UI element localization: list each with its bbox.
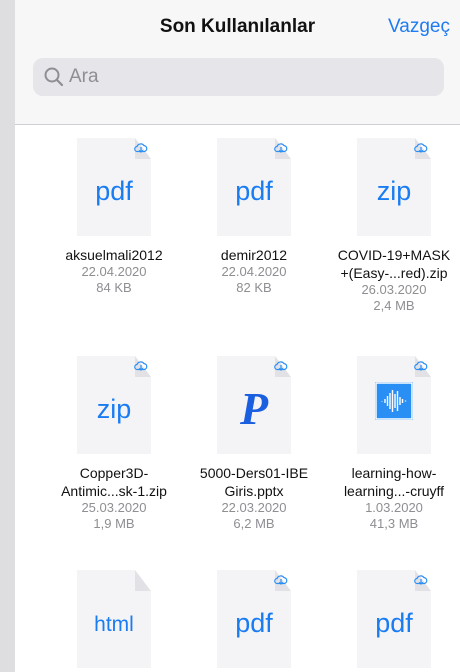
file-item-copper3d[interactable]: zip Copper3D- Antimic...sk-1.zip 25.03.2… (44, 356, 184, 532)
file-name-line2: learning...-cruyff (343, 483, 445, 499)
file-date: 22.03.2020 (221, 500, 287, 515)
cloud-download-icon (134, 361, 148, 371)
file-name: 5000-Ders01-IBE (199, 465, 309, 481)
pdf-file-icon: pdf (217, 570, 291, 668)
file-item-demir2012[interactable]: pdf demir2012 22.04.2020 82 KB (184, 138, 324, 296)
file-type-label: zip (96, 394, 132, 424)
file-name-line2: Antimic...sk-1.zip (61, 483, 167, 499)
file-type-label: pdf (235, 608, 273, 638)
cloud-download-icon (414, 143, 428, 153)
cloud-download-icon (274, 361, 288, 371)
zip-file-icon: zip (357, 138, 431, 236)
file-date: 22.04.2020 (81, 264, 147, 279)
file-type-label: pdf (95, 176, 133, 206)
cloud-download-icon (134, 143, 148, 153)
audio-file-icon (357, 356, 431, 454)
file-name: learning-how- (351, 465, 437, 481)
file-item-html[interactable]: html (44, 570, 184, 668)
file-type-label: pdf (235, 176, 273, 206)
file-name-line2: +(Easy-...red).zip (340, 265, 448, 281)
file-item-5000-ders01[interactable]: P 5000-Ders01-IBE Giris.pptx 22.03.2020 … (184, 356, 324, 532)
powerpoint-file-icon: P (217, 356, 291, 454)
cancel-button[interactable]: Vazgeç (388, 16, 450, 38)
pdf-file-icon: pdf (357, 570, 431, 668)
file-date: 22.04.2020 (221, 264, 287, 279)
file-size: 2,4 MB (373, 298, 415, 313)
file-size: 1,9 MB (93, 516, 135, 531)
pdf-file-icon: pdf (77, 138, 151, 236)
file-name: aksuelmali2012 (65, 247, 163, 263)
pages-logo-icon: P (239, 383, 269, 434)
file-size: 84 KB (96, 280, 132, 295)
file-name-line2: Giris.pptx (224, 483, 284, 499)
file-item-covid-mask[interactable]: zip COVID-19+MASK +(Easy-...red).zip 26.… (324, 138, 460, 314)
file-name: Copper3D- (79, 465, 149, 481)
file-type-label: zip (376, 176, 412, 206)
recents-sheet: Son Kullanılanlar Vazgeç pdf aksuelmali2… (15, 0, 460, 672)
html-file-icon: html (77, 570, 151, 668)
waveform-icon (375, 382, 413, 420)
file-date: 26.03.2020 (361, 282, 427, 297)
file-item-pdf[interactable]: pdf (324, 570, 460, 668)
file-type-label: html (94, 613, 134, 636)
file-size: 41,3 MB (369, 516, 419, 531)
cloud-download-icon (414, 361, 428, 371)
header-bar: Son Kullanılanlar Vazgeç (15, 0, 460, 125)
file-type-label: pdf (375, 608, 413, 638)
file-date: 1.03.2020 (365, 500, 423, 515)
file-date: 25.03.2020 (81, 500, 147, 515)
file-name: COVID-19+MASK (337, 247, 451, 263)
search-input[interactable] (69, 58, 429, 96)
search-icon (44, 67, 64, 87)
search-bar[interactable] (33, 58, 444, 96)
file-item-aksuelmali2012[interactable]: pdf aksuelmali2012 22.04.2020 84 KB (44, 138, 184, 296)
file-item-learning-how-learning[interactable]: learning-how- learning...-cruyff 1.03.20… (324, 356, 460, 532)
zip-file-icon: zip (77, 356, 151, 454)
cloud-download-icon (274, 575, 288, 585)
file-item-pdf[interactable]: pdf (184, 570, 324, 668)
file-size: 6,2 MB (233, 516, 275, 531)
cloud-download-icon (274, 143, 288, 153)
cloud-download-icon (414, 575, 428, 585)
file-size: 82 KB (236, 280, 272, 295)
pdf-file-icon: pdf (217, 138, 291, 236)
file-name: demir2012 (220, 247, 288, 263)
